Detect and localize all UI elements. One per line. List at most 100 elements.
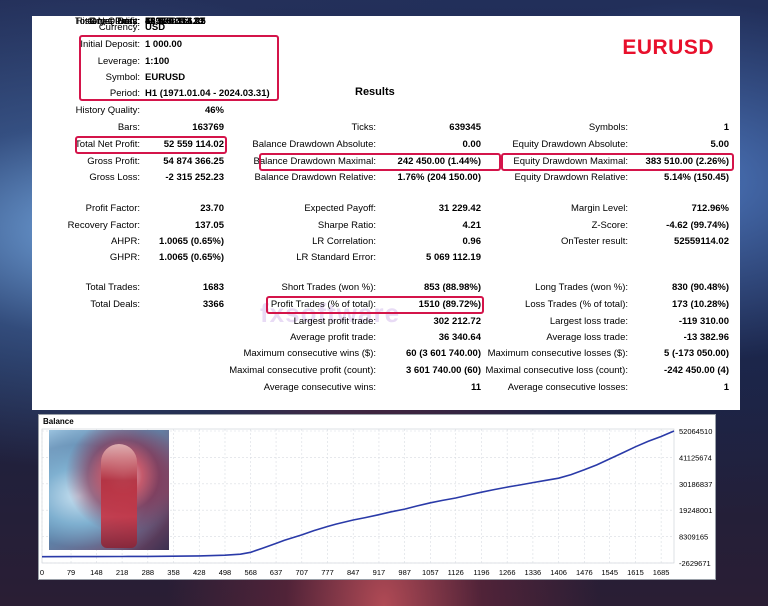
stat-value: 3 601 740.00 (60) (405, 365, 481, 376)
x-tick-label: 707 (296, 568, 309, 577)
stat-value: 1 (723, 122, 729, 133)
stat-value: 163769 (192, 122, 224, 133)
x-tick-label: 1126 (448, 568, 464, 577)
stat-label: Average consecutive losses: (507, 382, 628, 393)
stat-label: Short Trades (won %): (281, 282, 376, 293)
x-tick-label: 1476 (576, 568, 593, 577)
stat-label: Long Trades (won %): (535, 282, 628, 293)
x-tick-label: 568 (244, 568, 257, 577)
stat-value: 52559114.02 (674, 236, 729, 247)
stat-value: 3366 (202, 299, 224, 310)
stat-value: 1.76% (204 150.00) (397, 172, 481, 183)
x-tick-label: 777 (321, 568, 334, 577)
x-tick-label: 0 (40, 568, 44, 577)
stat-value: 0.00 (462, 139, 482, 150)
stat-label: Symbols: (588, 122, 628, 133)
stat-label: Profit Factor: (85, 203, 140, 214)
y-tick-label: -2629671 (679, 559, 711, 568)
stat-label: Expected Payoff: (304, 203, 376, 214)
x-tick-label: 1057 (422, 568, 439, 577)
stat-label: Average loss trade: (546, 332, 628, 343)
highlight-equity-drawdown (501, 153, 734, 171)
stat-label: Equity Drawdown Relative: (514, 172, 628, 183)
x-tick-label: 1685 (653, 568, 670, 577)
y-tick-label: 41125674 (679, 453, 712, 462)
results-heading: Results (355, 86, 395, 98)
x-tick-label: 358 (167, 568, 180, 577)
x-tick-label: 288 (142, 568, 155, 577)
y-tick-label: 8309165 (679, 533, 708, 542)
stat-value: 54 874 366.25 (163, 156, 224, 167)
highlight-net-profit (75, 136, 227, 154)
x-tick-label: 637 (270, 568, 283, 577)
stat-value: 712.96% (691, 203, 729, 214)
stat-label: Equity Drawdown Absolute: (512, 139, 628, 150)
x-tick-label: 987 (398, 568, 411, 577)
stat-label: Largest profit trade: (293, 316, 376, 327)
stat-value: 5 (-173 050.00) (664, 348, 729, 359)
stat-value: 1.0065 (0.65%) (159, 252, 224, 263)
stat-label: Balance Drawdown Relative: (254, 172, 376, 183)
x-tick-label: 1196 (473, 568, 489, 577)
stat-value: 639345 (449, 122, 481, 133)
highlight-initial-settings (79, 35, 279, 101)
x-tick-label: 917 (373, 568, 386, 577)
stat-label: OnTester result: (560, 236, 628, 247)
stat-label: Average consecutive wins: (263, 382, 376, 393)
stat-label: Total Deals: (90, 299, 140, 310)
stat-value: 853 (88.98%) (423, 282, 481, 293)
stat-value: 1683 (202, 282, 224, 293)
stat-label: Maximal consecutive profit (count): (229, 365, 376, 376)
stat-value: 0.96 (462, 236, 482, 247)
stat-value: 4.21 (462, 220, 482, 231)
x-tick-label: 498 (219, 568, 232, 577)
stat-label: Z-Score: (591, 220, 628, 231)
results-panel: EURUSD Results fxsoftware Currency: USD In… (32, 16, 740, 410)
stat-value: 5.00 (710, 139, 730, 150)
stat-value: 31 229.42 (438, 203, 481, 214)
stat-label: Bars: (117, 122, 140, 133)
stat-value: 302 212.72 (433, 316, 481, 327)
x-tick-label: 148 (90, 568, 103, 577)
stat-label: AHPR: (110, 236, 140, 247)
stat-value: 11 (470, 382, 481, 393)
stat-value: 5 069 112.19 (426, 252, 481, 263)
stat-value: 60 (3 601 740.00) (405, 348, 481, 359)
stat-label: LR Correlation: (312, 236, 376, 247)
stat-label: Average profit trade: (290, 332, 376, 343)
x-tick-label: 1545 (601, 568, 618, 577)
x-tick-label: 428 (193, 568, 206, 577)
robot-figure-shape (101, 444, 137, 548)
stat-label: LR Standard Error: (296, 252, 376, 263)
stat-value: 36 340.64 (438, 332, 481, 343)
x-tick-label: 1266 (499, 568, 516, 577)
stat-value: -242 450.00 (4) (664, 365, 729, 376)
stat-value: 5.14% (150.45) (664, 172, 729, 183)
y-tick-label: 52064510 (679, 427, 712, 436)
stat-label: Recovery Factor: (67, 220, 140, 231)
stat-value: 23.70 (200, 203, 224, 214)
highlight-profit-trades (266, 296, 484, 314)
stat-value: 830 (90.48%) (671, 282, 729, 293)
highlight-balance-drawdown (259, 153, 501, 171)
balance-chart: 52064510 41125674 30186837 19248001 8309165 -… (38, 414, 716, 580)
stat-label: Gross Profit: (87, 156, 140, 167)
stat-value: 1 (723, 382, 729, 393)
stat-label: Maximum consecutive wins ($): (243, 348, 376, 359)
stat-value: -119 310.00 (678, 316, 729, 327)
x-tick-label: 847 (347, 568, 360, 577)
x-tick-label: 1336 (525, 568, 542, 577)
stat-label: Largest loss trade: (549, 316, 628, 327)
y-tick-label: 19248001 (679, 506, 712, 515)
stat-label: Sharpe Ratio: (317, 220, 376, 231)
y-tick-label: 30186837 (679, 480, 712, 489)
symbol-title: EURUSD (622, 36, 714, 59)
stat-label: Gross Loss: (89, 16, 140, 27)
stat-label: Total Trades: (85, 282, 140, 293)
stat-value: 137.05 (194, 220, 224, 231)
stat-label: Ticks: (351, 122, 376, 133)
stat-value: -4.62 (99.74%) (666, 220, 729, 231)
stat-label: Maximum consecutive losses ($): (487, 348, 628, 359)
stat-label: Gross Loss: (89, 172, 140, 183)
x-tick-label: 1615 (627, 568, 644, 577)
